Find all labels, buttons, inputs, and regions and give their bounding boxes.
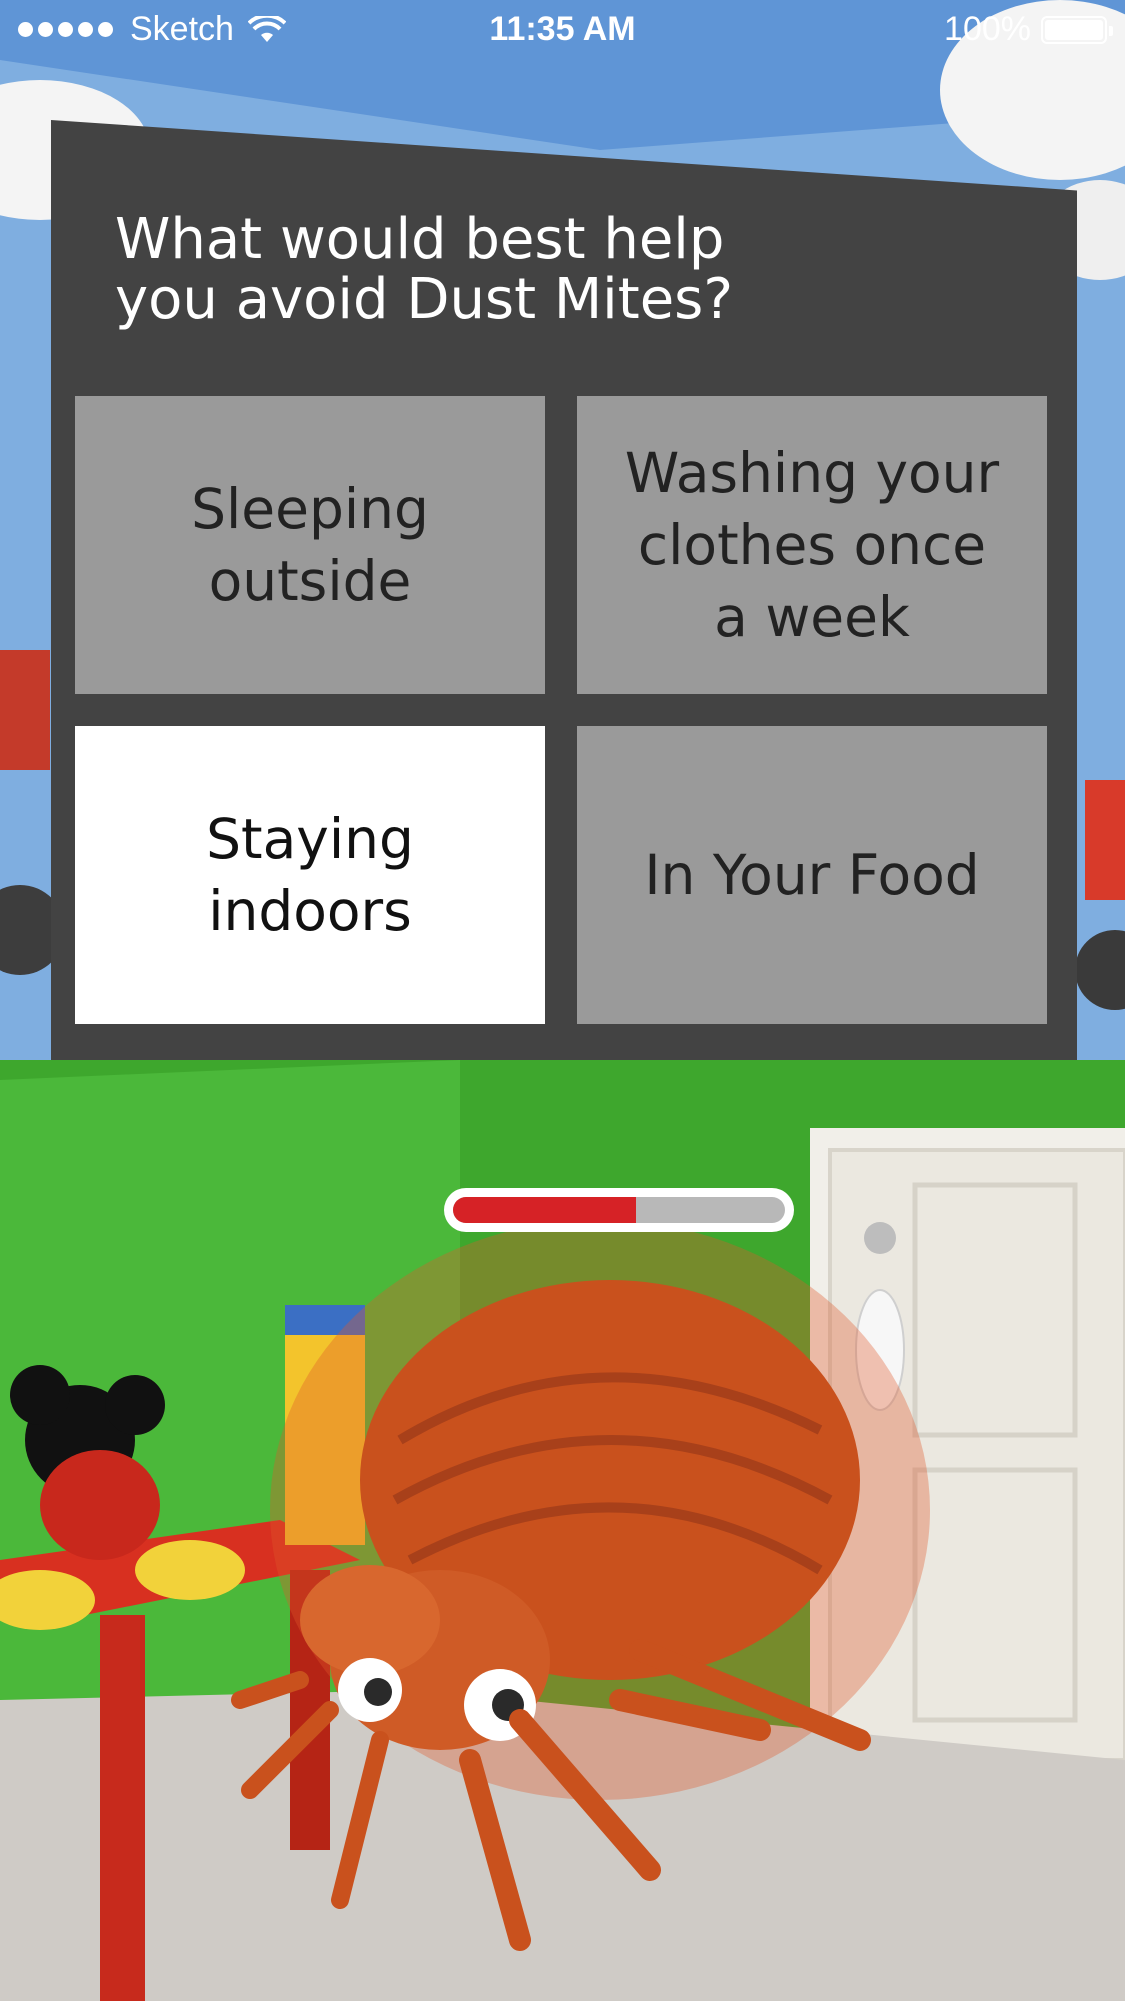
answer-option-2[interactable]: Washing your clothes once a week bbox=[577, 396, 1047, 694]
progress-track bbox=[453, 1197, 785, 1223]
status-right: 100% bbox=[944, 10, 1113, 49]
answer-option-4[interactable]: In Your Food bbox=[577, 726, 1047, 1024]
battery-icon bbox=[1041, 15, 1113, 44]
progress-fill bbox=[453, 1197, 636, 1223]
answer-option-3[interactable]: Staying indoors bbox=[75, 726, 545, 1024]
status-bar: Sketch 11:35 AM 100% bbox=[0, 0, 1125, 60]
battery-percentage: 100% bbox=[944, 10, 1031, 48]
answer-option-1[interactable]: Sleeping outside bbox=[75, 396, 545, 694]
quiz-progress-bar bbox=[444, 1188, 794, 1232]
quiz-panel: What would best help you avoid Dust Mite… bbox=[51, 120, 1077, 1060]
quiz-question: What would best help you avoid Dust Mite… bbox=[115, 207, 734, 332]
